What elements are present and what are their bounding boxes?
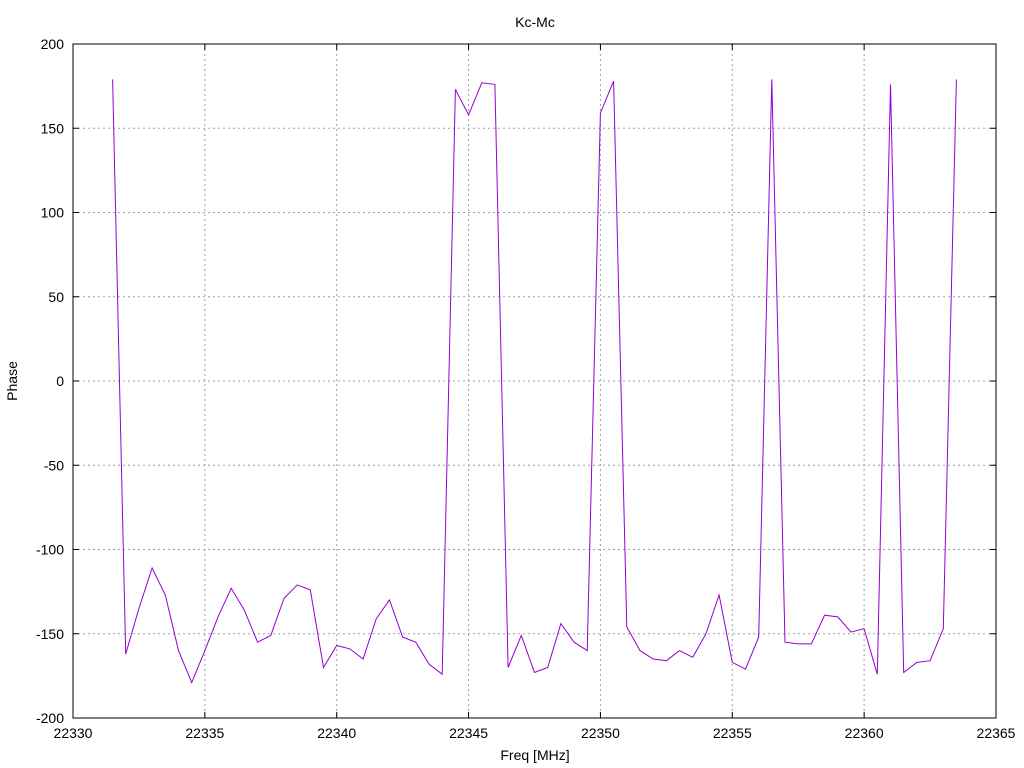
x-tick-label: 22335 (185, 725, 224, 741)
grid-lines (73, 44, 996, 718)
y-tick-label: -200 (36, 710, 64, 726)
tick-labels: 22330 22335 22340 22345 22350 22355 22360 22365… (36, 36, 1016, 741)
x-tick-label: 22340 (317, 725, 356, 741)
x-tick-label: 22355 (713, 725, 752, 741)
x-tick-label: 22360 (845, 725, 884, 741)
x-tick-label: 22345 (449, 725, 488, 741)
chart-title: Kc-Mc (515, 14, 555, 30)
x-tick-label: 22350 (581, 725, 620, 741)
y-tick-label: -50 (44, 457, 64, 473)
y-tick-label: 100 (41, 205, 65, 221)
y-tick-label: 150 (41, 120, 65, 136)
y-tick-label: 200 (41, 36, 65, 52)
phase-chart: Kc-Mc 22330 22335 22340 22345 22350 22355 2236… (4, 14, 1016, 763)
y-tick-label: 50 (48, 289, 64, 305)
x-axis-label: Freq [MHz] (500, 747, 569, 763)
y-tick-label: -100 (36, 542, 64, 558)
x-tick-label: 22365 (977, 725, 1016, 741)
x-tick-label: 22330 (54, 725, 93, 741)
y-tick-label: 0 (56, 373, 64, 389)
y-tick-label: -150 (36, 626, 64, 642)
y-axis-label: Phase (4, 361, 20, 401)
